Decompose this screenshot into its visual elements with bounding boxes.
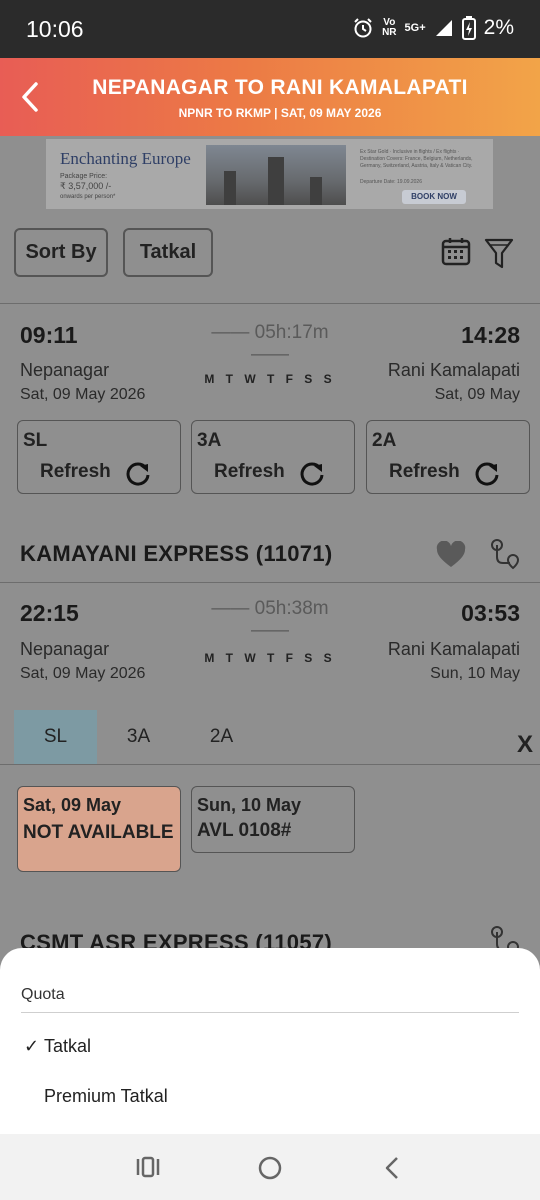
route-title: NEPANAGAR TO RANI KAMALAPATI xyxy=(92,76,468,99)
availability-status: NOT AVAILABLE xyxy=(23,822,174,843)
from-station: Nepanagar xyxy=(20,639,110,659)
battery-icon xyxy=(461,16,476,40)
status-bar: 10:06 Vo NR 5G+ 2% xyxy=(0,0,540,58)
banner-departure: Departure Date: 19.09.2026 xyxy=(360,179,422,185)
banner-book-now-button[interactable]: BOOK NOW xyxy=(402,190,466,204)
system-nav-bar xyxy=(0,1134,540,1200)
refresh-label: Refresh xyxy=(214,461,285,482)
duration-value: 05h:17m xyxy=(254,322,329,343)
availability-status: AVL 0108# xyxy=(197,820,292,841)
availability-card-available[interactable]: Sun, 10 May AVL 0108# xyxy=(191,786,355,853)
route-map-icon[interactable] xyxy=(488,537,522,571)
banner-tower xyxy=(224,171,236,205)
arrival-date: Sun, 10 May xyxy=(430,665,520,682)
recent-apps-icon[interactable] xyxy=(135,1156,161,1178)
refresh-icon[interactable] xyxy=(298,459,326,487)
arrival-time: 14:28 xyxy=(461,322,520,348)
network-type: 5G+ xyxy=(404,22,426,34)
alarm-icon xyxy=(354,18,372,38)
banner-title: Enchanting Europe xyxy=(60,149,191,168)
to-station: Rani Kamalapati xyxy=(387,639,520,659)
tab-2a[interactable]: 2A xyxy=(180,710,263,764)
running-days: M T W T F S S xyxy=(204,372,336,386)
banner-tower xyxy=(268,157,284,205)
class-box-3a[interactable]: 3A Refresh xyxy=(191,420,355,494)
volte-indicator: Vo NR xyxy=(382,18,396,38)
back-arrow-icon[interactable] xyxy=(16,80,46,114)
banner-price-note: onwards per person* xyxy=(60,194,116,200)
refresh-icon[interactable] xyxy=(124,459,152,487)
divider xyxy=(0,582,540,583)
quota-filter-button[interactable]: Tatkal xyxy=(123,228,213,277)
departure-time: 09:11 xyxy=(20,322,78,348)
class-box-sl[interactable]: SL Refresh xyxy=(17,420,181,494)
train-name: KAMAYANI EXPRESS (11071) xyxy=(20,541,333,566)
divider xyxy=(21,1012,519,1013)
from-station: Nepanagar xyxy=(20,360,110,380)
banner-price-label: Package Price: xyxy=(60,173,108,180)
journey-duration: —— 05h:17m —— xyxy=(211,322,329,365)
running-days: M T W T F S S xyxy=(204,651,336,665)
refresh-label: Refresh xyxy=(40,461,111,482)
calendar-icon[interactable] xyxy=(441,236,471,266)
class-code: SL xyxy=(23,430,48,451)
journey-duration: —— 05h:38m —— xyxy=(211,598,329,641)
route-header: NEPANAGAR TO RANI KAMALAPATI NPNR TO RKM… xyxy=(0,58,540,136)
promo-banner[interactable]: Enchanting Europe Package Price: ₹ 3,57,… xyxy=(46,139,493,209)
tab-3a[interactable]: 3A xyxy=(97,710,180,764)
tab-sl[interactable]: SL xyxy=(14,710,97,764)
divider xyxy=(0,764,540,765)
quota-sheet-title: Quota xyxy=(21,986,65,1003)
departure-date: Sat, 09 May 2026 xyxy=(20,665,146,682)
sort-by-button[interactable]: Sort By xyxy=(14,228,108,277)
status-time: 10:06 xyxy=(26,16,84,42)
refresh-icon[interactable] xyxy=(473,459,501,487)
duration-value: 05h:38m xyxy=(254,598,329,619)
class-code: 3A xyxy=(197,430,222,451)
departure-time: 22:15 xyxy=(20,600,79,626)
arrival-time: 03:53 xyxy=(461,600,520,626)
arrival-date: Sat, 09 May xyxy=(434,386,520,403)
back-nav-icon[interactable] xyxy=(382,1155,402,1181)
filter-funnel-icon[interactable] xyxy=(484,237,514,271)
home-icon[interactable] xyxy=(257,1155,283,1181)
battery-percent: 2% xyxy=(483,16,514,39)
quota-option-premium-tatkal[interactable]: Premium Tatkal xyxy=(44,1086,168,1107)
nr-label: NR xyxy=(382,27,397,38)
banner-cityscape-image xyxy=(206,145,346,205)
availability-card-not-available[interactable]: Sat, 09 May NOT AVAILABLE xyxy=(17,786,181,872)
banner-price: ₹ 3,57,000 /- xyxy=(60,181,112,191)
refresh-label: Refresh xyxy=(389,461,460,482)
availability-date: Sat, 09 May xyxy=(23,795,122,815)
route-subtitle: NPNR TO RKMP | SAT, 09 MAY 2026 xyxy=(178,106,382,120)
quota-option-tatkal[interactable]: Tatkal xyxy=(44,1036,91,1057)
favorite-heart-icon[interactable] xyxy=(436,541,466,569)
banner-details: Ex Star Gold · Inclusive in flights / Ex… xyxy=(360,149,473,169)
banner-tower xyxy=(310,177,322,205)
departure-date: Sat, 09 May 2026 xyxy=(20,386,146,403)
class-box-2a[interactable]: 2A Refresh xyxy=(366,420,530,494)
quota-bottom-sheet: Quota ✓ Tatkal Premium Tatkal xyxy=(0,948,540,1134)
train-card[interactable]: 09:11 —— 05h:17m —— 14:28 Nepanagar Rani… xyxy=(0,304,540,510)
status-icons: Vo NR 5G+ 2% xyxy=(352,16,514,40)
signal-icon xyxy=(435,20,452,36)
checkmark-icon: ✓ xyxy=(24,1036,40,1056)
availability-date: Sun, 10 May xyxy=(197,795,302,815)
to-station: Rani Kamalapati xyxy=(387,360,520,380)
class-code: 2A xyxy=(372,430,397,451)
